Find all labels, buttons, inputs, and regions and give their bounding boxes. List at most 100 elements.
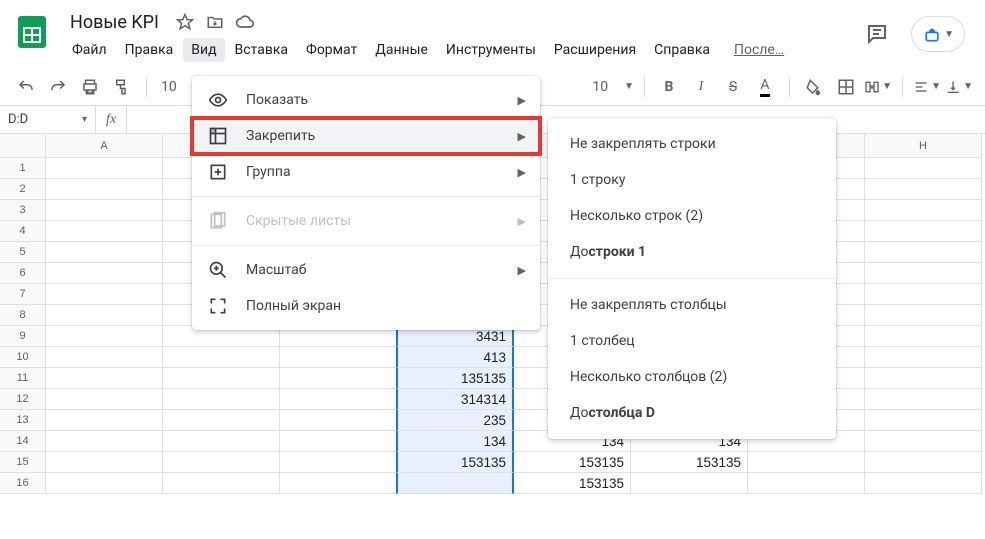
freeze-no-rows[interactable]: Не закреплять строки: [548, 126, 836, 162]
menu-view[interactable]: Вид: [183, 38, 224, 62]
cell-H8[interactable]: [865, 305, 982, 326]
cell-C13[interactable]: [280, 410, 397, 431]
menu-data[interactable]: Данные: [367, 38, 436, 62]
font-size-value[interactable]: 10: [588, 79, 612, 95]
zoom-value[interactable]: 10: [157, 79, 181, 95]
freeze-1-row[interactable]: 1 строку: [548, 162, 836, 198]
menu-insert[interactable]: Вставка: [227, 38, 296, 62]
column-header-H[interactable]: H: [865, 134, 982, 158]
sheets-logo[interactable]: [12, 12, 52, 52]
row-header-4[interactable]: 4: [0, 221, 46, 242]
freeze-no-cols[interactable]: Не закреплять столбцы: [548, 287, 836, 323]
menu-file[interactable]: Файл: [64, 38, 115, 62]
cell-H9[interactable]: [865, 326, 982, 347]
cell-B13[interactable]: [163, 410, 280, 431]
redo-button[interactable]: [44, 73, 72, 101]
cell-D10[interactable]: 413: [396, 347, 514, 368]
cell-G15[interactable]: [748, 452, 865, 473]
fill-color-button[interactable]: [800, 73, 828, 101]
freeze-1-col[interactable]: 1 столбец: [548, 323, 836, 359]
share-button[interactable]: ▼: [911, 16, 965, 52]
row-header-14[interactable]: 14: [0, 431, 46, 452]
cell-H7[interactable]: [865, 284, 982, 305]
cell-D13[interactable]: 235: [396, 410, 514, 431]
cell-E15[interactable]: 153135: [514, 452, 631, 473]
cell-B11[interactable]: [163, 368, 280, 389]
horizontal-align-button[interactable]: ▼: [913, 73, 941, 101]
doc-title[interactable]: Новые KPI: [64, 10, 165, 35]
cell-F16[interactable]: [631, 473, 748, 494]
cell-C10[interactable]: [280, 347, 397, 368]
menu-format[interactable]: Формат: [298, 38, 365, 62]
cell-H10[interactable]: [865, 347, 982, 368]
menu-help[interactable]: Справка: [646, 38, 718, 62]
row-header-9[interactable]: 9: [0, 326, 46, 347]
borders-button[interactable]: [832, 73, 860, 101]
cell-H16[interactable]: [865, 473, 982, 494]
cell-B14[interactable]: [163, 431, 280, 452]
cell-H15[interactable]: [865, 452, 982, 473]
row-header-2[interactable]: 2: [0, 179, 46, 200]
cell-B10[interactable]: [163, 347, 280, 368]
freeze-multi-cols[interactable]: Несколько столбцов (2): [548, 359, 836, 395]
cell-A7[interactable]: [46, 284, 163, 305]
cell-A12[interactable]: [46, 389, 163, 410]
chevron-down-icon[interactable]: ▼: [624, 81, 634, 92]
cell-D16[interactable]: [396, 473, 514, 494]
menu-item-zoom[interactable]: Масштаб ▶: [192, 252, 540, 288]
cell-H1[interactable]: [865, 158, 982, 179]
row-header-7[interactable]: 7: [0, 284, 46, 305]
cell-A5[interactable]: [46, 242, 163, 263]
text-color-button[interactable]: A: [751, 73, 779, 101]
cell-A8[interactable]: [46, 305, 163, 326]
freeze-up-to-row[interactable]: До строки 1: [548, 234, 836, 270]
cell-A9[interactable]: [46, 326, 163, 347]
cell-H12[interactable]: [865, 389, 982, 410]
undo-button[interactable]: [12, 73, 40, 101]
cell-A15[interactable]: [46, 452, 163, 473]
cell-H5[interactable]: [865, 242, 982, 263]
menu-edit[interactable]: Правка: [117, 38, 182, 62]
cell-A2[interactable]: [46, 179, 163, 200]
cell-H13[interactable]: [865, 410, 982, 431]
cloud-status-icon[interactable]: [235, 12, 255, 32]
print-button[interactable]: [76, 73, 104, 101]
cell-C12[interactable]: [280, 389, 397, 410]
cell-C15[interactable]: [280, 452, 397, 473]
select-all-corner[interactable]: [0, 134, 46, 158]
comments-icon[interactable]: [857, 14, 897, 54]
menu-last-edit[interactable]: После…: [726, 38, 792, 62]
row-header-1[interactable]: 1: [0, 158, 46, 179]
cell-H4[interactable]: [865, 221, 982, 242]
move-to-folder-icon[interactable]: [205, 12, 225, 32]
cell-A4[interactable]: [46, 221, 163, 242]
row-header-16[interactable]: 16: [0, 473, 46, 494]
row-header-5[interactable]: 5: [0, 242, 46, 263]
column-header-A[interactable]: A: [46, 134, 163, 158]
cell-H6[interactable]: [865, 263, 982, 284]
cell-B12[interactable]: [163, 389, 280, 410]
cell-A11[interactable]: [46, 368, 163, 389]
cell-D11[interactable]: 135135: [396, 368, 514, 389]
cell-A13[interactable]: [46, 410, 163, 431]
cell-C14[interactable]: [280, 431, 397, 452]
cell-C16[interactable]: [280, 473, 397, 494]
row-header-6[interactable]: 6: [0, 263, 46, 284]
row-header-11[interactable]: 11: [0, 368, 46, 389]
menu-item-group[interactable]: Группа ▶: [192, 154, 540, 190]
cell-H14[interactable]: [865, 431, 982, 452]
cell-D14[interactable]: 134: [396, 431, 514, 452]
freeze-up-to-col[interactable]: До столбца D: [548, 395, 836, 431]
cell-A3[interactable]: [46, 200, 163, 221]
row-header-13[interactable]: 13: [0, 410, 46, 431]
cell-B15[interactable]: [163, 452, 280, 473]
cell-A14[interactable]: [46, 431, 163, 452]
cell-C11[interactable]: [280, 368, 397, 389]
row-header-15[interactable]: 15: [0, 452, 46, 473]
bold-button[interactable]: B: [655, 73, 683, 101]
row-header-3[interactable]: 3: [0, 200, 46, 221]
menu-item-show[interactable]: Показать ▶: [192, 82, 540, 118]
cell-D15[interactable]: 153135: [396, 452, 514, 473]
cell-A6[interactable]: [46, 263, 163, 284]
cell-H11[interactable]: [865, 368, 982, 389]
